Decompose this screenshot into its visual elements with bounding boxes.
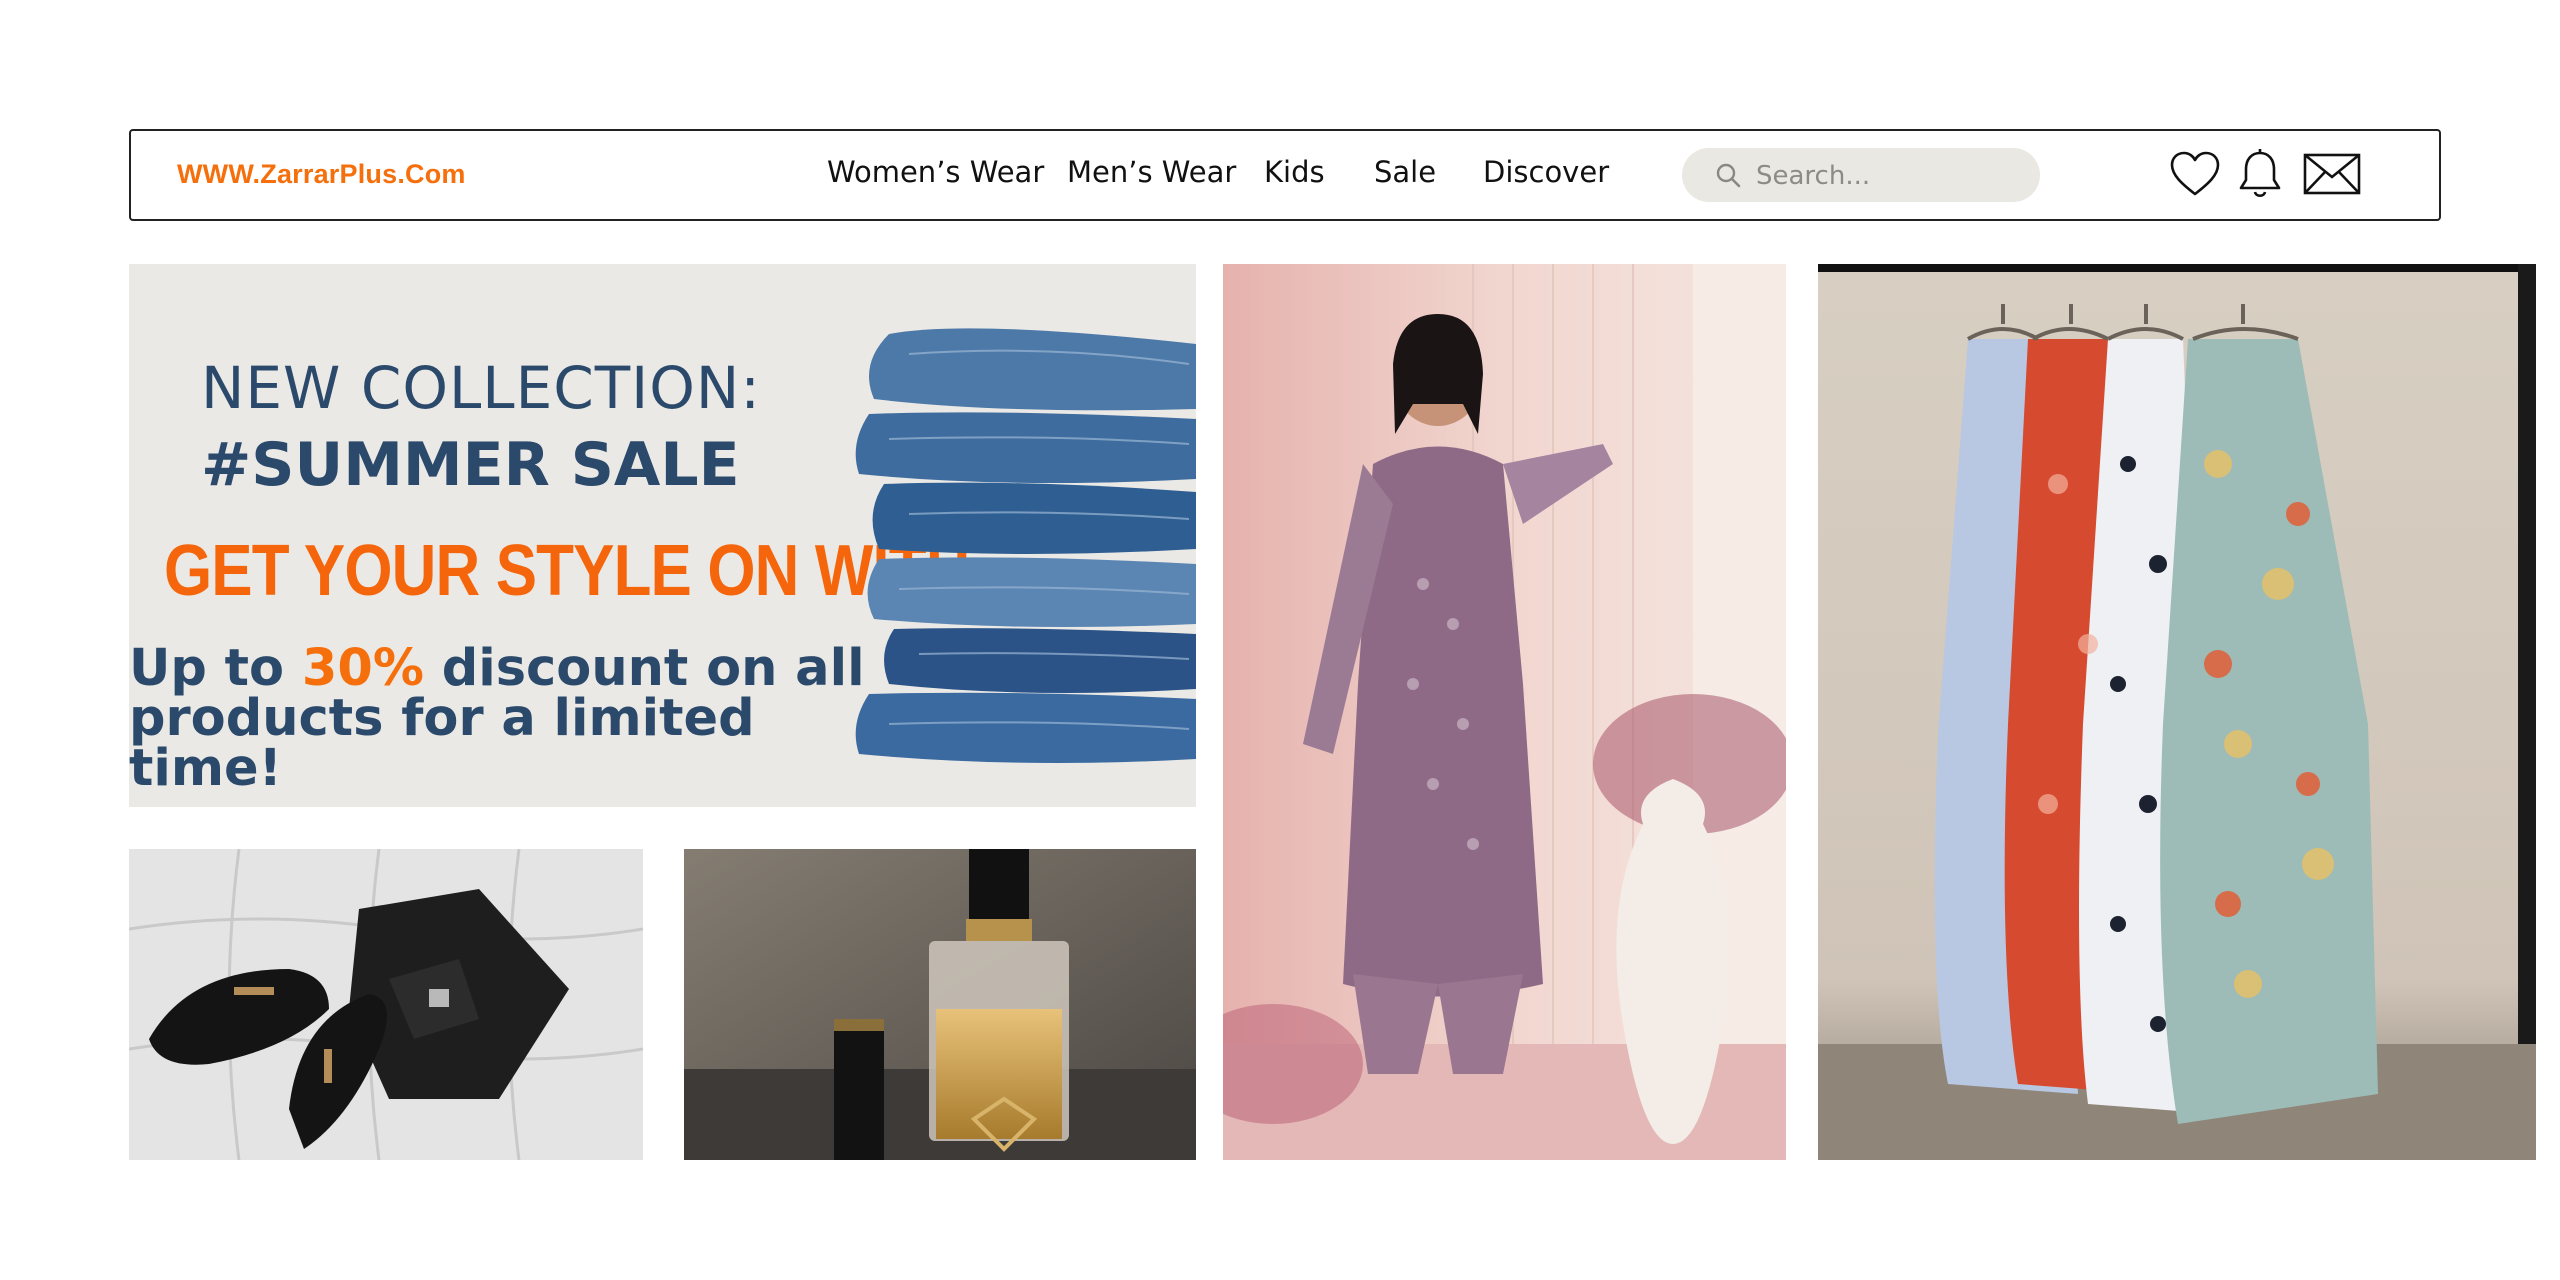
promo-banner[interactable]: NEW COLLECTION: #SUMMER SALE GET YOUR ST… xyxy=(129,264,1196,807)
bell-icon[interactable] xyxy=(2237,147,2283,201)
top-navigation-bar: WWW.ZarrarPlus.Com Women’s Wear Men’s We… xyxy=(129,129,2441,221)
search-icon xyxy=(1716,163,1741,188)
model-dress-illustration xyxy=(1223,264,1786,1160)
perfume-illustration xyxy=(684,849,1196,1160)
mail-icon[interactable] xyxy=(2303,153,2361,195)
menu-item-mens-wear[interactable]: Men’s Wear xyxy=(1067,155,1236,189)
perfume-image[interactable] xyxy=(684,849,1196,1160)
banner-discount-text: Up to 30% discount on all products for a… xyxy=(129,643,889,794)
menu-item-discover[interactable]: Discover xyxy=(1483,155,1609,189)
shoes-bag-illustration xyxy=(129,849,643,1160)
search-input[interactable] xyxy=(1754,157,2028,195)
heart-icon[interactable] xyxy=(2168,149,2222,199)
dress-rack-image[interactable] xyxy=(1818,264,2536,1160)
discount-line2: products for a limited time! xyxy=(129,689,755,798)
site-logo[interactable]: WWW.ZarrarPlus.Com xyxy=(177,159,466,190)
dress-rack-illustration xyxy=(1818,264,2536,1160)
menu-item-sale[interactable]: Sale xyxy=(1374,155,1436,189)
shoes-bag-image[interactable] xyxy=(129,849,643,1160)
folded-jeans-image xyxy=(855,328,1196,763)
menu-item-womens-wear[interactable]: Women’s Wear xyxy=(827,155,1044,189)
model-dress-image[interactable] xyxy=(1223,264,1786,1160)
menu-item-kids[interactable]: Kids xyxy=(1264,155,1325,189)
search-bar[interactable] xyxy=(1682,148,2040,202)
banner-subheading: #SUMMER SALE xyxy=(201,430,740,500)
banner-heading: NEW COLLECTION: xyxy=(201,354,761,422)
